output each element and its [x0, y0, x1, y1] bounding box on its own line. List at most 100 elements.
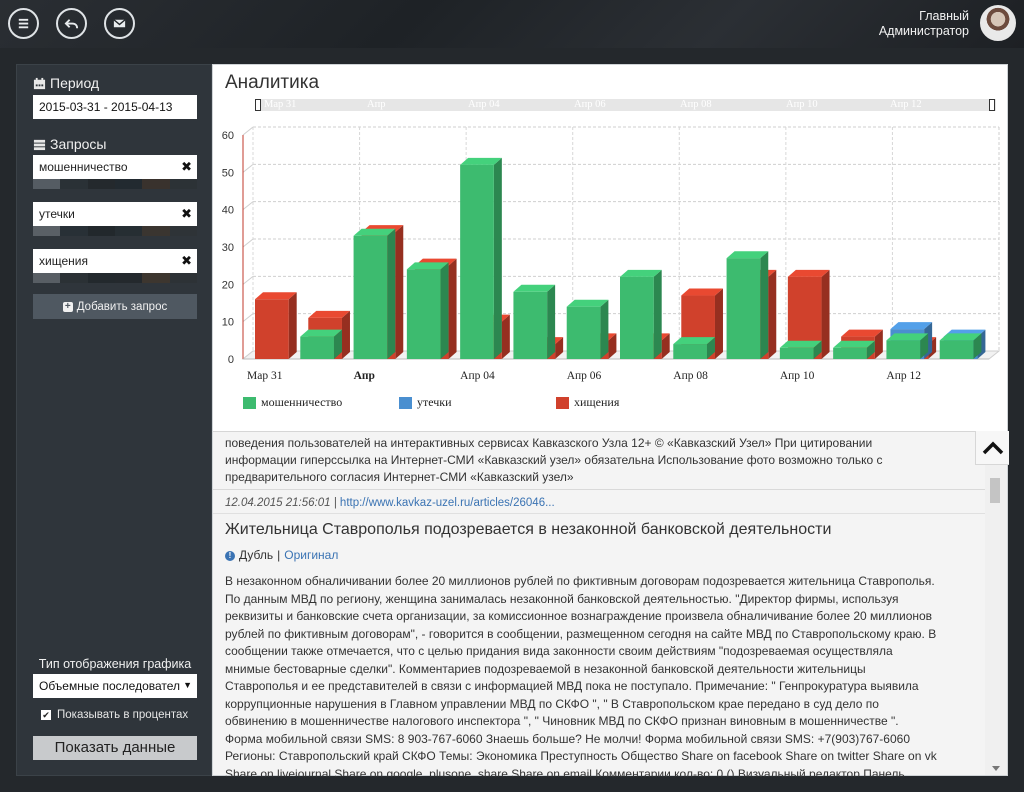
chart-type-select[interactable]: Объемные последовател ▼: [33, 674, 197, 698]
bar-side: [387, 228, 396, 359]
y-tick-label: 30: [222, 242, 234, 254]
bar: [406, 269, 441, 359]
y-tick-label: 10: [222, 317, 234, 329]
bar: [255, 299, 289, 359]
timeline-label: Апр 04: [468, 99, 500, 110]
bar: [833, 347, 867, 359]
color-cell[interactable]: [142, 273, 170, 283]
query-input[interactable]: мошенничество ✖: [33, 155, 197, 179]
chart-legend: мошенничество утечки хищения: [243, 395, 1003, 413]
color-cell[interactable]: [169, 179, 197, 189]
color-cell[interactable]: [142, 226, 170, 236]
top-bar: Главный Администратор: [0, 0, 1024, 48]
avatar[interactable]: [980, 5, 1016, 41]
bar-side: [600, 299, 609, 359]
color-cell[interactable]: [114, 273, 143, 283]
period-label: Период: [33, 75, 99, 91]
color-cell[interactable]: [60, 179, 88, 189]
info-icon: !: [225, 550, 235, 561]
scrollbar[interactable]: [985, 465, 1007, 775]
color-cell[interactable]: [60, 273, 88, 283]
timeline-handle-left[interactable]: [255, 99, 261, 111]
timeline-handle-right[interactable]: [989, 99, 995, 111]
query-color-strip[interactable]: [33, 226, 197, 236]
legend-item[interactable]: мошенничество: [243, 395, 342, 410]
color-cell[interactable]: [169, 273, 197, 283]
article-title[interactable]: Жительница Ставрополья подозревается в н…: [225, 521, 831, 538]
color-cell[interactable]: [87, 179, 115, 189]
bar-side: [448, 258, 457, 359]
show-data-button[interactable]: Показать данные: [33, 736, 197, 760]
calendar-icon: [33, 77, 46, 89]
bar: [673, 344, 707, 359]
color-cell[interactable]: [60, 226, 88, 236]
legend-item[interactable]: хищения: [556, 395, 619, 410]
color-cell[interactable]: [33, 226, 61, 236]
query-input[interactable]: утечки ✖: [33, 202, 197, 226]
query-item: хищения ✖: [33, 249, 197, 283]
scrollbar-thumb[interactable]: [990, 478, 1000, 503]
legend-item[interactable]: утечки: [399, 395, 452, 410]
bar-side: [821, 269, 830, 359]
bar: [726, 258, 761, 359]
scroll-top-button[interactable]: [975, 431, 1009, 465]
scroll-down-arrow[interactable]: [992, 766, 1000, 771]
color-cell[interactable]: [33, 273, 61, 283]
original-link[interactable]: Оригинал: [284, 547, 338, 564]
color-cell[interactable]: [142, 179, 170, 189]
page-title: Аналитика: [225, 72, 320, 93]
add-query-button[interactable]: + Добавить запрос: [33, 294, 197, 319]
bar: [300, 336, 334, 359]
y-tick-label: 20: [222, 279, 234, 291]
query-color-strip[interactable]: [33, 273, 197, 283]
query-color-strip[interactable]: [33, 179, 197, 189]
sidebar: Период 2015-03-31 - 2015-04-13 Запросы м…: [16, 64, 212, 776]
y-tick-label: 40: [222, 205, 234, 217]
bar: [886, 340, 921, 359]
plus-icon: +: [62, 301, 73, 312]
close-icon[interactable]: ✖: [181, 159, 192, 175]
grid-line: [242, 275, 254, 285]
close-icon[interactable]: ✖: [181, 253, 192, 269]
query-item: утечки ✖: [33, 202, 197, 236]
bar-side: [493, 157, 502, 359]
x-tick-label: Апр: [354, 370, 375, 382]
menu-button[interactable]: [8, 8, 39, 39]
bar-side: [341, 310, 350, 359]
color-cell[interactable]: [33, 179, 61, 189]
main-panel: Аналитика Мар 31 Апр Апр 04 Апр 06 Апр 0…: [212, 64, 1009, 777]
color-cell[interactable]: [87, 226, 115, 236]
timeline-label: Апр 06: [574, 99, 606, 110]
query-input[interactable]: хищения ✖: [33, 249, 197, 273]
bar-side: [547, 284, 556, 359]
article-text: поведения пользователей на интерактивных…: [225, 436, 883, 484]
period-input[interactable]: 2015-03-31 - 2015-04-13: [33, 95, 197, 119]
color-cell[interactable]: [169, 226, 197, 236]
reply-icon: [64, 19, 79, 29]
mail-button[interactable]: [104, 8, 135, 39]
user-name[interactable]: Главный Администратор: [879, 9, 969, 39]
bar-side: [501, 314, 510, 359]
timeline-label: Апр 10: [786, 99, 818, 110]
chart-panel: Аналитика Мар 31 Апр Апр 04 Апр 06 Апр 0…: [213, 65, 1007, 432]
article-body: В незаконном обналичивании более 20 милл…: [225, 574, 937, 777]
back-button[interactable]: [56, 8, 87, 39]
bar: [566, 306, 601, 359]
x-tick-label: Апр 10: [780, 370, 815, 382]
article-link[interactable]: http://www.kavkaz-uzel.ru/articles/26046…: [340, 497, 555, 509]
show-percent-option[interactable]: ✔ Показывать в процентах: [41, 709, 188, 721]
menu-icon: [18, 18, 29, 29]
color-cell[interactable]: [114, 179, 143, 189]
timeline-navigator[interactable]: Мар 31 Апр Апр 04 Апр 06 Апр 08 Апр 10 А…: [255, 99, 996, 111]
x-tick-label: Апр 12: [886, 370, 921, 382]
x-tick-label: Апр 04: [460, 370, 495, 382]
show-percent-checkbox[interactable]: ✔: [41, 710, 51, 720]
bar-side: [395, 225, 404, 359]
close-icon[interactable]: ✖: [181, 206, 192, 222]
color-cell[interactable]: [87, 273, 115, 283]
color-cell[interactable]: [114, 226, 143, 236]
x-tick-label: Апр 06: [567, 370, 602, 382]
timeline-label: Мар 31: [264, 99, 297, 110]
grid-line: [242, 238, 254, 248]
y-tick-label: 0: [228, 354, 234, 366]
